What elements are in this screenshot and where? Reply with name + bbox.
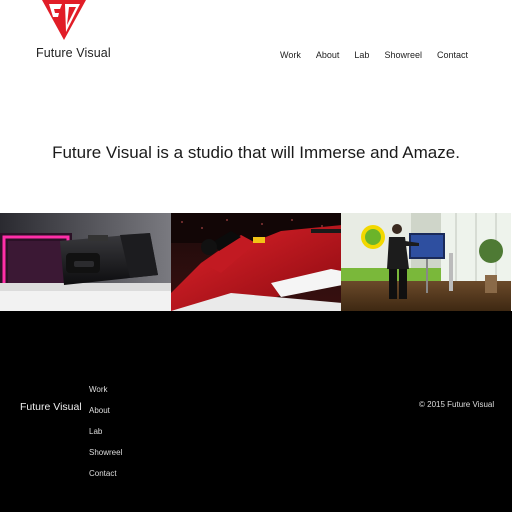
person-at-screen-image[interactable] [341, 213, 512, 311]
footer-brand[interactable]: Future Visual [20, 401, 82, 413]
nav-about[interactable]: About [316, 50, 340, 60]
site-header: Future Visual Work About Lab Showreel Co… [0, 0, 512, 110]
footer-nav: Work About Lab Showreel Contact [89, 384, 122, 489]
nav-contact[interactable]: Contact [437, 50, 468, 60]
nav-work[interactable]: Work [280, 50, 301, 60]
main-nav: Work About Lab Showreel Contact [265, 50, 468, 60]
copyright-text: © 2015 Future Visual [419, 400, 495, 409]
footer-nav-work[interactable]: Work [89, 384, 122, 405]
footer-nav-lab[interactable]: Lab [89, 426, 122, 447]
brand-name[interactable]: Future Visual [36, 46, 111, 60]
vr-headset-image[interactable] [0, 213, 171, 311]
footer-nav-showreel[interactable]: Showreel [89, 447, 122, 468]
future-visual-logo[interactable] [40, 0, 88, 44]
footer-nav-contact[interactable]: Contact [89, 468, 122, 489]
nav-lab[interactable]: Lab [354, 50, 369, 60]
work-gallery [0, 213, 512, 311]
site-footer: Future Visual Work About Lab Showreel Co… [0, 311, 512, 512]
hero-tagline: Future Visual is a studio that will Imme… [52, 143, 460, 162]
nav-showreel[interactable]: Showreel [384, 50, 422, 60]
race-car-image[interactable] [170, 213, 342, 311]
footer-nav-about[interactable]: About [89, 405, 122, 426]
